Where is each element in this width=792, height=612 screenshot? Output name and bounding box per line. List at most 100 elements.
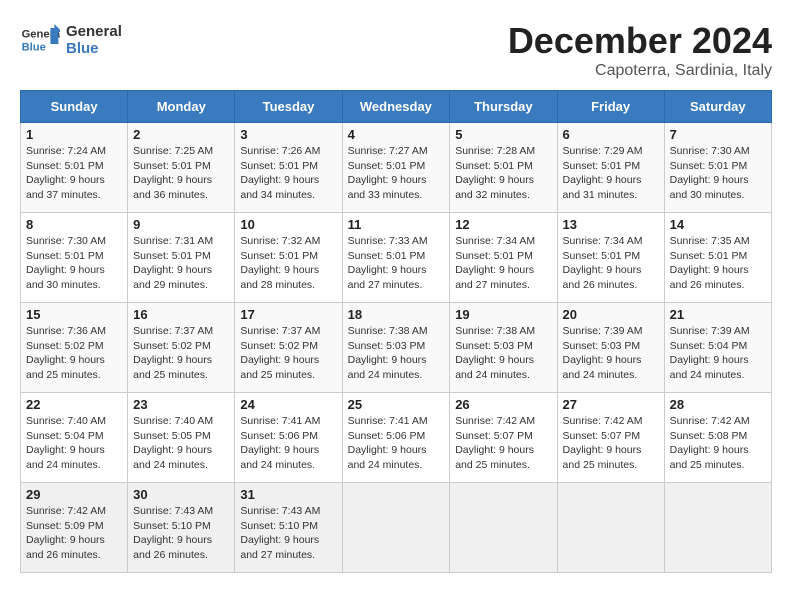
day-number: 12 <box>455 217 551 232</box>
title-area: December 2024 Capoterra, Sardinia, Italy <box>508 20 772 80</box>
day-number: 15 <box>26 307 122 322</box>
day-info: Sunrise: 7:38 AM Sunset: 5:03 PM Dayligh… <box>455 324 551 383</box>
calendar-week-2: 8Sunrise: 7:30 AM Sunset: 5:01 PM Daylig… <box>21 213 772 303</box>
calendar-cell: 28 Sunrise: 7:42 AM Sunset: 5:08 PM Dayli… <box>664 393 771 483</box>
day-info: Sunrise: 7:37 AM Sunset: 5:02 PM Dayligh… <box>240 324 336 383</box>
calendar-cell: 2 Sunrise: 7:25 AM Sunset: 5:01 PM Daylig… <box>128 123 235 213</box>
location-subtitle: Capoterra, Sardinia, Italy <box>508 62 772 80</box>
calendar-cell: 26 Sunrise: 7:42 AM Sunset: 5:07 PM Dayli… <box>450 393 557 483</box>
day-info: Sunrise: 7:24 AM Sunset: 5:01 PM Dayligh… <box>26 144 122 203</box>
calendar-cell: 3Sunrise: 7:26 AM Sunset: 5:01 PM Daylig… <box>235 123 342 213</box>
day-number: 27 <box>563 397 659 412</box>
day-info: Sunrise: 7:29 AM Sunset: 5:01 PM Dayligh… <box>563 144 659 203</box>
calendar-cell: 13 Sunrise: 7:34 AM Sunset: 5:01 PM Dayli… <box>557 213 664 303</box>
weekday-header-saturday: Saturday <box>664 91 771 123</box>
logo-text-blue: Blue <box>66 40 122 57</box>
calendar-cell: 15 Sunrise: 7:36 AM Sunset: 5:02 PM Dayli… <box>21 303 128 393</box>
calendar-cell: 8Sunrise: 7:30 AM Sunset: 5:01 PM Daylig… <box>21 213 128 303</box>
logo: General Blue General Blue <box>20 20 122 60</box>
calendar-cell: 20 Sunrise: 7:39 AM Sunset: 5:03 PM Dayli… <box>557 303 664 393</box>
day-info: Sunrise: 7:43 AM Sunset: 5:10 PM Dayligh… <box>240 504 336 563</box>
day-number: 13 <box>563 217 659 232</box>
day-number: 30 <box>133 487 229 502</box>
calendar-cell <box>450 483 557 573</box>
day-number: 16 <box>133 307 229 322</box>
day-number: 23 <box>133 397 229 412</box>
day-info: Sunrise: 7:38 AM Sunset: 5:03 PM Dayligh… <box>348 324 445 383</box>
day-info: Sunrise: 7:42 AM Sunset: 5:08 PM Dayligh… <box>670 414 766 473</box>
day-info: Sunrise: 7:34 AM Sunset: 5:01 PM Dayligh… <box>563 234 659 293</box>
calendar-cell: 23 Sunrise: 7:40 AM Sunset: 5:05 PM Dayli… <box>128 393 235 483</box>
month-title: December 2024 <box>508 20 772 62</box>
day-number: 21 <box>670 307 766 322</box>
day-number: 5 <box>455 127 551 142</box>
day-info: Sunrise: 7:40 AM Sunset: 5:05 PM Dayligh… <box>133 414 229 473</box>
day-number: 9 <box>133 217 229 232</box>
weekday-header-thursday: Thursday <box>450 91 557 123</box>
day-info: Sunrise: 7:39 AM Sunset: 5:04 PM Dayligh… <box>670 324 766 383</box>
calendar-cell: 27 Sunrise: 7:42 AM Sunset: 5:07 PM Dayli… <box>557 393 664 483</box>
calendar-cell <box>557 483 664 573</box>
day-number: 28 <box>670 397 766 412</box>
calendar-cell: 21 Sunrise: 7:39 AM Sunset: 5:04 PM Dayli… <box>664 303 771 393</box>
logo-icon: General Blue <box>20 20 60 60</box>
logo-text-general: General <box>66 23 122 40</box>
day-number: 26 <box>455 397 551 412</box>
day-number: 24 <box>240 397 336 412</box>
day-info: Sunrise: 7:43 AM Sunset: 5:10 PM Dayligh… <box>133 504 229 563</box>
calendar-cell: 25 Sunrise: 7:41 AM Sunset: 5:06 PM Dayli… <box>342 393 450 483</box>
day-number: 6 <box>563 127 659 142</box>
calendar-cell: 24 Sunrise: 7:41 AM Sunset: 5:06 PM Dayli… <box>235 393 342 483</box>
day-info: Sunrise: 7:42 AM Sunset: 5:07 PM Dayligh… <box>455 414 551 473</box>
weekday-header-friday: Friday <box>557 91 664 123</box>
calendar-week-1: 1 Sunrise: 7:24 AM Sunset: 5:01 PM Daylig… <box>21 123 772 213</box>
day-number: 20 <box>563 307 659 322</box>
day-number: 4 <box>348 127 445 142</box>
day-info: Sunrise: 7:30 AM Sunset: 5:01 PM Dayligh… <box>670 144 766 203</box>
calendar-week-5: 29Sunrise: 7:42 AM Sunset: 5:09 PM Dayli… <box>21 483 772 573</box>
calendar-cell <box>342 483 450 573</box>
calendar-cell: 4 Sunrise: 7:27 AM Sunset: 5:01 PM Daylig… <box>342 123 450 213</box>
day-info: Sunrise: 7:25 AM Sunset: 5:01 PM Dayligh… <box>133 144 229 203</box>
day-info: Sunrise: 7:33 AM Sunset: 5:01 PM Dayligh… <box>348 234 445 293</box>
day-number: 7 <box>670 127 766 142</box>
day-info: Sunrise: 7:41 AM Sunset: 5:06 PM Dayligh… <box>240 414 336 473</box>
day-info: Sunrise: 7:31 AM Sunset: 5:01 PM Dayligh… <box>133 234 229 293</box>
day-number: 17 <box>240 307 336 322</box>
page-header: General Blue General Blue December 2024 … <box>20 20 772 80</box>
calendar-cell: 17 Sunrise: 7:37 AM Sunset: 5:02 PM Dayli… <box>235 303 342 393</box>
calendar-header: SundayMondayTuesdayWednesdayThursdayFrid… <box>21 91 772 123</box>
weekday-header-tuesday: Tuesday <box>235 91 342 123</box>
calendar-cell: 11 Sunrise: 7:33 AM Sunset: 5:01 PM Dayli… <box>342 213 450 303</box>
calendar-week-3: 15 Sunrise: 7:36 AM Sunset: 5:02 PM Dayli… <box>21 303 772 393</box>
day-info: Sunrise: 7:36 AM Sunset: 5:02 PM Dayligh… <box>26 324 122 383</box>
day-number: 25 <box>348 397 445 412</box>
day-info: Sunrise: 7:27 AM Sunset: 5:01 PM Dayligh… <box>348 144 445 203</box>
weekday-header-sunday: Sunday <box>21 91 128 123</box>
day-number: 2 <box>133 127 229 142</box>
day-number: 1 <box>26 127 122 142</box>
day-info: Sunrise: 7:39 AM Sunset: 5:03 PM Dayligh… <box>563 324 659 383</box>
day-number: 19 <box>455 307 551 322</box>
weekday-header-wednesday: Wednesday <box>342 91 450 123</box>
day-number: 11 <box>348 217 445 232</box>
day-info: Sunrise: 7:42 AM Sunset: 5:07 PM Dayligh… <box>563 414 659 473</box>
calendar-week-4: 22Sunrise: 7:40 AM Sunset: 5:04 PM Dayli… <box>21 393 772 483</box>
day-number: 31 <box>240 487 336 502</box>
day-info: Sunrise: 7:34 AM Sunset: 5:01 PM Dayligh… <box>455 234 551 293</box>
calendar-cell: 9 Sunrise: 7:31 AM Sunset: 5:01 PM Daylig… <box>128 213 235 303</box>
day-number: 14 <box>670 217 766 232</box>
day-number: 18 <box>348 307 445 322</box>
calendar-cell: 10Sunrise: 7:32 AM Sunset: 5:01 PM Dayli… <box>235 213 342 303</box>
calendar-cell: 19 Sunrise: 7:38 AM Sunset: 5:03 PM Dayli… <box>450 303 557 393</box>
calendar-table: SundayMondayTuesdayWednesdayThursdayFrid… <box>20 90 772 573</box>
day-info: Sunrise: 7:42 AM Sunset: 5:09 PM Dayligh… <box>26 504 122 563</box>
day-info: Sunrise: 7:41 AM Sunset: 5:06 PM Dayligh… <box>348 414 445 473</box>
day-info: Sunrise: 7:32 AM Sunset: 5:01 PM Dayligh… <box>240 234 336 293</box>
calendar-cell: 29Sunrise: 7:42 AM Sunset: 5:09 PM Dayli… <box>21 483 128 573</box>
day-info: Sunrise: 7:40 AM Sunset: 5:04 PM Dayligh… <box>26 414 122 473</box>
calendar-cell: 5Sunrise: 7:28 AM Sunset: 5:01 PM Daylig… <box>450 123 557 213</box>
day-info: Sunrise: 7:37 AM Sunset: 5:02 PM Dayligh… <box>133 324 229 383</box>
svg-text:Blue: Blue <box>22 41 46 53</box>
calendar-cell: 22Sunrise: 7:40 AM Sunset: 5:04 PM Dayli… <box>21 393 128 483</box>
